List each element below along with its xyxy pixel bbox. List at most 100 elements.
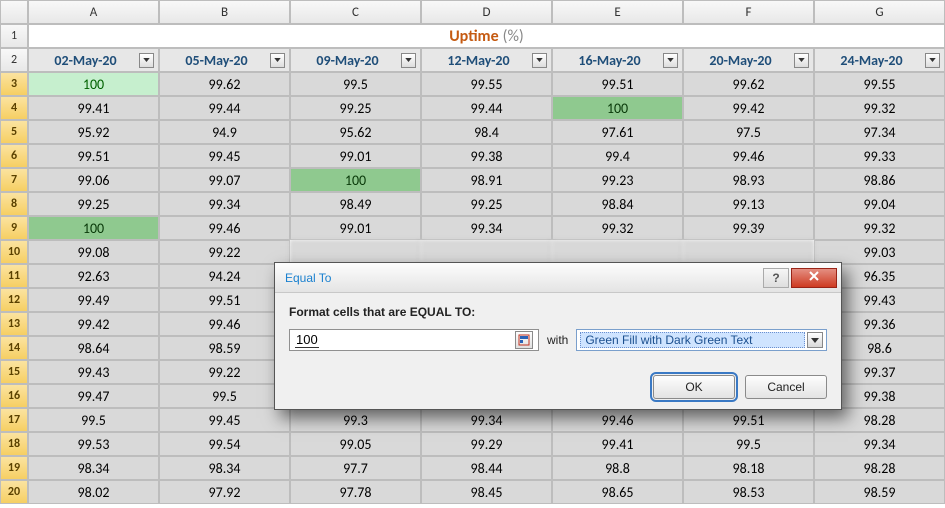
data-cell[interactable]: 99.51 (552, 72, 683, 96)
data-cell[interactable]: 99.38 (421, 144, 552, 168)
data-cell[interactable]: 99.22 (159, 360, 290, 384)
data-cell[interactable] (683, 240, 814, 264)
data-cell[interactable]: 99.5 (683, 432, 814, 456)
column-header[interactable]: F (683, 0, 814, 24)
row-header[interactable]: 1 (0, 24, 28, 48)
data-cell[interactable]: 99.13 (683, 192, 814, 216)
data-cell[interactable]: 99.51 (159, 288, 290, 312)
select-all-corner[interactable] (0, 0, 28, 24)
row-header[interactable]: 6 (0, 144, 28, 168)
data-cell[interactable]: 99.45 (159, 408, 290, 432)
data-cell[interactable]: 99.5 (290, 72, 421, 96)
data-cell[interactable]: 100 (28, 216, 159, 240)
data-cell[interactable]: 99.45 (159, 144, 290, 168)
column-header[interactable]: E (552, 0, 683, 24)
row-header[interactable]: 8 (0, 192, 28, 216)
data-cell[interactable]: 98.18 (683, 456, 814, 480)
data-cell[interactable]: 97.7 (290, 456, 421, 480)
data-cell[interactable]: 98.93 (683, 168, 814, 192)
row-header[interactable]: 9 (0, 216, 28, 240)
data-cell[interactable]: 99.53 (28, 432, 159, 456)
data-cell[interactable]: 95.62 (290, 120, 421, 144)
row-header[interactable]: 14 (0, 336, 28, 360)
cancel-button[interactable]: Cancel (745, 375, 827, 399)
data-cell[interactable]: 100 (28, 72, 159, 96)
row-header[interactable]: 15 (0, 360, 28, 384)
data-cell[interactable]: 97.92 (159, 480, 290, 504)
data-cell[interactable]: 99.01 (290, 144, 421, 168)
data-cell[interactable]: 99.34 (814, 432, 945, 456)
data-cell[interactable]: 97.78 (290, 480, 421, 504)
data-cell[interactable]: 99.25 (421, 192, 552, 216)
data-cell[interactable]: 98.91 (421, 168, 552, 192)
row-header[interactable]: 5 (0, 120, 28, 144)
row-header[interactable]: 19 (0, 456, 28, 480)
data-cell[interactable] (552, 240, 683, 264)
column-header[interactable]: G (814, 0, 945, 24)
column-header[interactable]: C (290, 0, 421, 24)
data-cell[interactable]: 98.86 (814, 168, 945, 192)
data-cell[interactable]: 98.34 (28, 456, 159, 480)
filter-button[interactable] (139, 53, 154, 68)
data-cell[interactable]: 99.4 (552, 144, 683, 168)
row-header[interactable]: 17 (0, 408, 28, 432)
data-cell[interactable]: 100 (290, 168, 421, 192)
data-cell[interactable]: 99.29 (421, 432, 552, 456)
data-cell[interactable]: 99.32 (814, 96, 945, 120)
data-cell[interactable]: 97.61 (552, 120, 683, 144)
data-cell[interactable]: 99.04 (814, 192, 945, 216)
data-cell[interactable]: 99.25 (290, 96, 421, 120)
row-header[interactable]: 12 (0, 288, 28, 312)
data-cell[interactable]: 99.32 (552, 216, 683, 240)
data-cell[interactable]: 99.62 (683, 72, 814, 96)
data-cell[interactable]: 98.59 (814, 480, 945, 504)
filter-button[interactable] (794, 53, 809, 68)
data-cell[interactable]: 99.54 (159, 432, 290, 456)
data-cell[interactable]: 98.44 (421, 456, 552, 480)
data-cell[interactable]: 99.46 (159, 216, 290, 240)
data-cell[interactable]: 95.92 (28, 120, 159, 144)
data-cell[interactable]: 100 (552, 96, 683, 120)
data-cell[interactable]: 92.63 (28, 264, 159, 288)
data-cell[interactable] (290, 240, 421, 264)
ok-button[interactable]: OK (653, 375, 735, 399)
format-select[interactable]: Green Fill with Dark Green Text (576, 329, 827, 351)
data-cell[interactable]: 97.34 (814, 120, 945, 144)
row-header[interactable]: 18 (0, 432, 28, 456)
filter-button[interactable] (663, 53, 678, 68)
data-cell[interactable]: 99.46 (683, 144, 814, 168)
data-cell[interactable]: 99.39 (683, 216, 814, 240)
data-cell[interactable]: 99.32 (814, 216, 945, 240)
data-cell[interactable]: 99.42 (28, 312, 159, 336)
data-cell[interactable]: 99.01 (290, 216, 421, 240)
data-cell[interactable]: 99.34 (159, 192, 290, 216)
data-cell[interactable]: 98.64 (28, 336, 159, 360)
column-header[interactable]: A (28, 0, 159, 24)
data-cell[interactable] (421, 240, 552, 264)
data-cell[interactable]: 98.4 (421, 120, 552, 144)
help-button[interactable]: ? (763, 268, 789, 288)
data-cell[interactable]: 99.03 (814, 240, 945, 264)
data-cell[interactable]: 98.45 (421, 480, 552, 504)
row-header[interactable]: 3 (0, 72, 28, 96)
data-cell[interactable]: 98.84 (552, 192, 683, 216)
data-cell[interactable]: 98.59 (159, 336, 290, 360)
data-cell[interactable]: 99.07 (159, 168, 290, 192)
data-cell[interactable]: 98.28 (814, 456, 945, 480)
column-header[interactable]: D (421, 0, 552, 24)
data-cell[interactable]: 98.65 (552, 480, 683, 504)
filter-button[interactable] (270, 53, 285, 68)
data-cell[interactable]: 99.33 (814, 144, 945, 168)
data-cell[interactable]: 99.25 (28, 192, 159, 216)
data-cell[interactable]: 99.55 (814, 72, 945, 96)
data-cell[interactable]: 99.06 (28, 168, 159, 192)
row-header[interactable]: 7 (0, 168, 28, 192)
row-header[interactable]: 10 (0, 240, 28, 264)
data-cell[interactable]: 94.9 (159, 120, 290, 144)
data-cell[interactable]: 99.5 (28, 408, 159, 432)
data-cell[interactable]: 99.55 (421, 72, 552, 96)
data-cell[interactable]: 99.23 (552, 168, 683, 192)
data-cell[interactable]: 99.3 (290, 408, 421, 432)
row-header[interactable]: 13 (0, 312, 28, 336)
data-cell[interactable]: 99.46 (159, 312, 290, 336)
